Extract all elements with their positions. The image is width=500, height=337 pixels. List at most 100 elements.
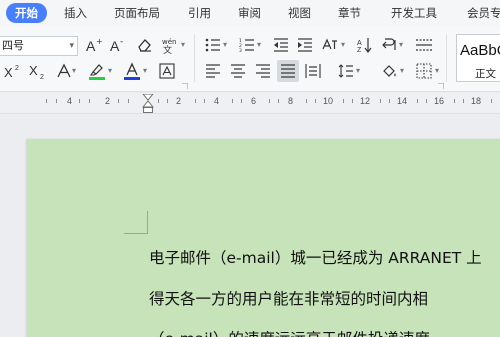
highlight-icon[interactable] xyxy=(88,62,106,80)
svg-text:A: A xyxy=(110,38,120,53)
tab-insert[interactable]: 插入 xyxy=(64,3,87,23)
ruler-label: 4 xyxy=(214,96,220,106)
ruler-tick xyxy=(204,99,205,103)
svg-text:wén: wén xyxy=(162,38,176,46)
margin-corner-mark xyxy=(124,233,148,234)
justify-icon[interactable] xyxy=(277,60,299,82)
svg-text:Z: Z xyxy=(357,47,362,53)
ruler-tick xyxy=(463,99,464,103)
ruler-tick xyxy=(167,99,168,103)
menu-bar: 开始 插入 页面布局 引用 审阅 视图 章节 开发工具 会员专 xyxy=(0,0,500,26)
numbered-list-icon[interactable]: 123 xyxy=(238,36,256,54)
align-right-icon[interactable] xyxy=(254,62,272,80)
paragraph-dialog-launcher-icon[interactable] xyxy=(437,82,445,90)
chevron-down-icon[interactable]: ▾ xyxy=(72,66,76,75)
font-dialog-launcher-icon[interactable] xyxy=(181,82,189,90)
tab-review[interactable]: 审阅 xyxy=(238,3,261,23)
svg-text:3: 3 xyxy=(239,48,242,52)
ruler-tick xyxy=(278,99,279,103)
svg-text:X: X xyxy=(4,65,13,79)
horizontal-ruler[interactable]: 4 2 2 4 6 8 10 12 14 16 18 xyxy=(0,93,500,114)
separator xyxy=(194,34,195,82)
tab-chapter[interactable]: 章节 xyxy=(338,3,361,23)
decrease-indent-icon[interactable] xyxy=(272,36,290,54)
increase-indent-icon[interactable] xyxy=(296,36,314,54)
ruler-tick xyxy=(195,99,196,103)
table-tabs-icon[interactable] xyxy=(415,36,433,54)
tab-page-layout[interactable]: 页面布局 xyxy=(114,3,160,23)
phonetic-guide-icon[interactable]: wén 文 xyxy=(160,36,178,54)
sort-icon[interactable]: AZ xyxy=(356,36,374,54)
paragraph-line[interactable]: （e-mail）的速度远远高于邮件投递速度 xyxy=(149,327,430,337)
align-left-icon[interactable] xyxy=(204,62,222,80)
ruler-tick xyxy=(389,99,390,103)
tab-view[interactable]: 视图 xyxy=(288,3,311,23)
chevron-down-icon[interactable]: ▾ xyxy=(108,66,112,75)
text-effects-icon[interactable] xyxy=(55,62,73,80)
chevron-down-icon[interactable]: ▾ xyxy=(143,66,147,75)
chevron-down-icon[interactable]: ▾ xyxy=(399,40,403,49)
chevron-down-icon[interactable]: ▾ xyxy=(341,40,345,49)
ruler-tick xyxy=(128,99,129,103)
paragraph-line[interactable]: 得天各一方的用户能在非常短的时间内相 xyxy=(149,287,428,309)
ruler-tick xyxy=(352,99,353,103)
svg-text:+: + xyxy=(96,37,103,46)
separator xyxy=(446,34,447,82)
ruler-label: 8 xyxy=(288,96,294,106)
tab-member[interactable]: 会员专 xyxy=(467,3,500,23)
tab-references[interactable]: 引用 xyxy=(188,3,211,23)
subscript-icon[interactable]: X2 xyxy=(29,62,47,80)
chevron-down-icon[interactable]: ▾ xyxy=(356,66,360,75)
shrink-font-icon[interactable]: A- xyxy=(109,36,127,54)
chevron-down-icon[interactable]: ▾ xyxy=(257,40,261,49)
borders-icon[interactable] xyxy=(415,62,433,80)
svg-text:X: X xyxy=(29,63,38,78)
ruler-tick xyxy=(426,99,427,103)
ruler-tick xyxy=(491,99,492,103)
ruler-tick xyxy=(46,99,47,103)
style-gallery-normal[interactable]: AaBbC 正文 xyxy=(456,34,500,82)
svg-text:A: A xyxy=(86,38,96,53)
character-border-icon[interactable] xyxy=(158,62,176,80)
ruler-label: 2 xyxy=(176,96,182,106)
ruler-label: 10 xyxy=(323,96,334,106)
ruler-label: 18 xyxy=(471,96,482,106)
ruler-label: 4 xyxy=(67,96,73,106)
font-size-select[interactable]: 四号 ▾ xyxy=(0,36,78,56)
superscript-icon[interactable]: X2 xyxy=(4,62,22,80)
svg-text:2: 2 xyxy=(40,74,44,79)
grow-font-icon[interactable]: A + xyxy=(85,36,103,54)
bullet-list-icon[interactable] xyxy=(204,36,222,54)
ruler-label: 14 xyxy=(397,96,408,106)
font-color-icon[interactable] xyxy=(123,62,141,80)
ruler-tick xyxy=(89,99,90,103)
ruler-tick xyxy=(241,99,242,103)
ruler-tick xyxy=(454,99,455,103)
tab-home[interactable]: 开始 xyxy=(6,3,47,23)
align-center-icon[interactable] xyxy=(229,62,247,80)
line-spacing-icon[interactable] xyxy=(337,62,355,80)
ribbon-toolbar: 四号 ▾ A + A- wén 文 ▾ ▾ 123 ▾ ▾ AZ ▾ X 2 X… xyxy=(0,26,500,92)
clear-format-icon[interactable] xyxy=(135,36,153,54)
chevron-down-icon[interactable]: ▾ xyxy=(69,37,74,55)
paragraph-line[interactable]: 电子邮件（e-mail）城一已经成为 ARRANET 上 xyxy=(149,246,482,268)
svg-text:文: 文 xyxy=(163,44,172,54)
ruler-label: 2 xyxy=(105,96,111,106)
ruler-tick xyxy=(56,99,57,103)
indent-marker[interactable] xyxy=(142,93,154,117)
ruler-tick xyxy=(315,99,316,103)
ruler-tick xyxy=(269,99,270,103)
document-area[interactable]: 电子邮件（e-mail）城一已经成为 ARRANET 上 得天各一方的用户能在非… xyxy=(0,115,500,337)
shading-icon[interactable] xyxy=(381,62,399,80)
tab-developer[interactable]: 开发工具 xyxy=(391,3,437,23)
style-name: 正文 xyxy=(475,68,496,80)
chevron-down-icon[interactable]: ▾ xyxy=(223,40,227,49)
svg-text:2: 2 xyxy=(15,65,19,72)
ruler-tick xyxy=(380,99,381,103)
chevron-down-icon[interactable]: ▾ xyxy=(181,40,185,49)
paragraph-mark-icon[interactable] xyxy=(380,36,398,54)
chevron-down-icon[interactable]: ▾ xyxy=(400,66,404,75)
chinese-layout-icon[interactable] xyxy=(321,36,339,54)
chevron-down-icon[interactable]: ▾ xyxy=(435,66,439,75)
distributed-align-icon[interactable] xyxy=(304,62,322,80)
